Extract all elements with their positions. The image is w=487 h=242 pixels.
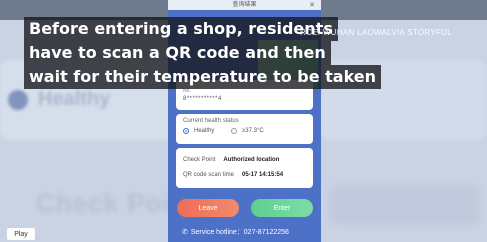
leave-button[interactable]: Leave xyxy=(177,199,239,217)
caption-line-2: have to scan a QR code and then xyxy=(24,41,331,65)
phone-icon: ✆ xyxy=(182,229,188,236)
close-icon[interactable]: ✕ xyxy=(309,1,315,9)
play-button[interactable]: Play xyxy=(7,228,35,240)
background-healthy-text: Healthy xyxy=(38,88,111,110)
scan-time-label: QR code scan time xyxy=(183,172,235,178)
checkpoint-value: Authorized location xyxy=(223,157,280,163)
fever-option-label: ≥37.3°C xyxy=(242,128,264,134)
radio-unchecked-icon xyxy=(231,128,237,134)
caption-line-1: Before entering a shop, residents xyxy=(24,17,338,41)
app-title: 查询结果 xyxy=(232,2,257,8)
hotline-text: Service hotline：027-87122256 xyxy=(190,229,289,236)
checkpoint-row: Check Point Authorized location xyxy=(183,157,279,163)
radio-checked-icon xyxy=(183,128,189,134)
enter-button[interactable]: Enter xyxy=(251,199,313,217)
scan-time-value: 05-17 14:15:54 xyxy=(242,172,284,178)
health-status-card: Current health status Healthy ≥37.3°C xyxy=(176,114,313,144)
checkpoint-label: Check Point xyxy=(183,157,216,163)
app-header: 查询结果 ✕ xyxy=(168,0,321,10)
background-shape xyxy=(330,185,480,225)
scan-time-row: QR code scan time 05-17 14:15:54 xyxy=(183,172,283,178)
healthy-option-label: Healthy xyxy=(194,128,215,134)
fever-option[interactable]: ≥37.3°C xyxy=(231,128,264,134)
service-hotline: ✆ Service hotline：027-87122256 xyxy=(182,227,289,237)
phone-number: 8***********4 xyxy=(183,96,222,102)
health-status-title: Current health status xyxy=(183,118,239,124)
caption-line-3: wait for their temperature to be taken xyxy=(24,65,382,89)
healthy-option[interactable]: Healthy xyxy=(183,128,214,134)
checkpoint-card: Check Point Authorized location QR code s… xyxy=(176,148,313,188)
source-credit: RCE: WUHAN LAOWALVIA STORYFUL xyxy=(300,28,452,37)
background-status-icon xyxy=(8,90,28,110)
